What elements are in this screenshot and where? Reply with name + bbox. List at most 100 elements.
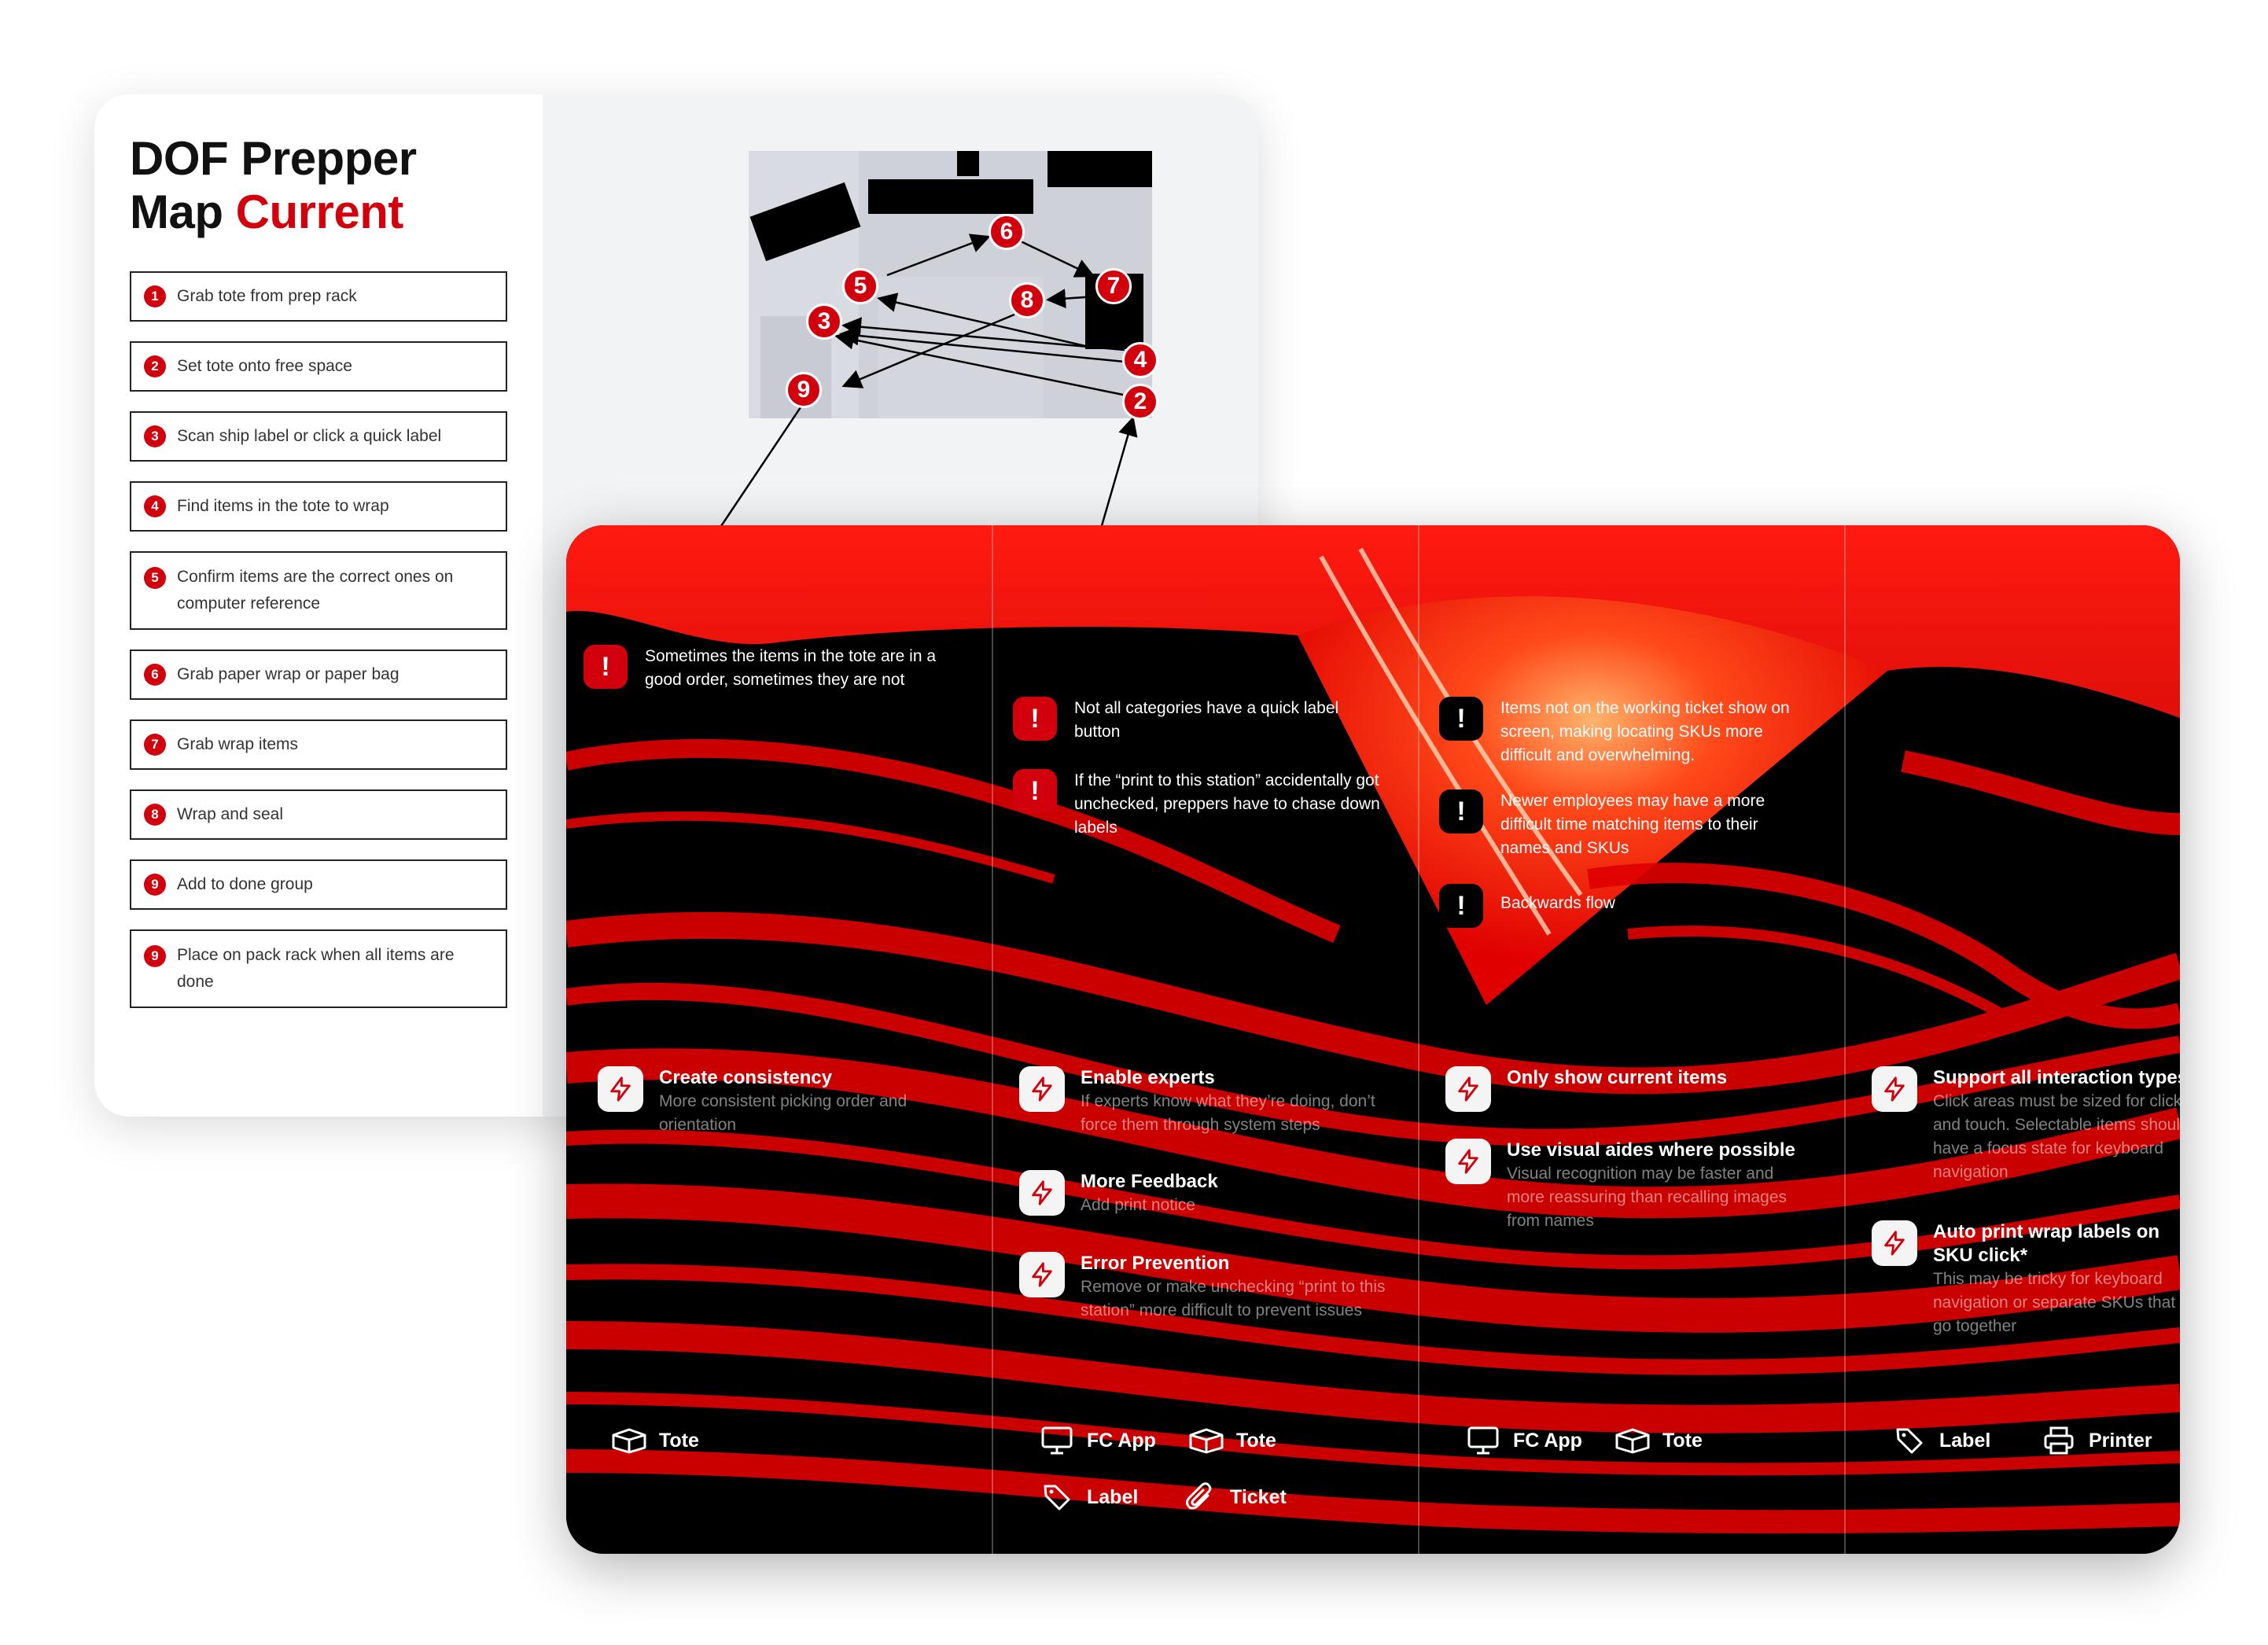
- tag-label: FC App: [1087, 1429, 1156, 1452]
- alert-icon: !: [1013, 769, 1057, 813]
- step-item[interactable]: 2 Set tote onto free space: [130, 341, 507, 392]
- tag-label[interactable]: Label: [1040, 1480, 1138, 1514]
- tag-label[interactable]: Label: [1892, 1423, 1990, 1458]
- opportunity-title: Support all interaction types: [1933, 1067, 2180, 1088]
- tag-fc-app[interactable]: FC App: [1040, 1423, 1156, 1458]
- pain-point: ! Sometimes the items in the tote are in…: [584, 645, 953, 692]
- tag-label: Tote: [1662, 1429, 1703, 1452]
- tag-label: Tote: [659, 1429, 699, 1452]
- lightning-icon: [1019, 1252, 1065, 1297]
- step-text: Grab wrap items: [177, 735, 299, 753]
- column-1: ! Sometimes the items in the tote are in…: [566, 525, 991, 1554]
- opportunity-title: More Feedback: [1081, 1171, 1218, 1192]
- pain-point-text: Items not on the working ticket show on …: [1500, 699, 1790, 764]
- step-number: 5: [144, 567, 166, 589]
- tag-printer[interactable]: Printer: [2042, 1423, 2152, 1458]
- pain-point-text: Not all categories have a quick label bu…: [1074, 699, 1339, 741]
- map-pin[interactable]: 2: [1122, 384, 1158, 420]
- step-text: Place on pack rack when all items are do…: [177, 946, 455, 991]
- box-icon: [1615, 1423, 1650, 1458]
- map-table: [957, 151, 979, 176]
- lightning-icon: [1019, 1066, 1065, 1112]
- map-pin[interactable]: 9: [786, 372, 822, 408]
- step-text: Find items in the tote to wrap: [177, 497, 389, 515]
- tag-tote[interactable]: Tote: [1189, 1423, 1276, 1458]
- opportunity-title: Error Prevention: [1081, 1253, 1230, 1274]
- step-item[interactable]: 6 Grab paper wrap or paper bag: [130, 650, 507, 700]
- opportunity-title: Only show current items: [1507, 1067, 1728, 1088]
- tag-icon: [1040, 1480, 1074, 1514]
- pain-point-text: If the “print to this station” accidenta…: [1074, 771, 1380, 837]
- opportunity-body: More consistent picking order and orient…: [659, 1092, 908, 1134]
- tag-label: FC App: [1513, 1429, 1582, 1452]
- opportunity-body: Click areas must be sized for click and …: [1933, 1092, 2180, 1181]
- map-table: [1047, 151, 1152, 187]
- opportunity-body: Add print notice: [1081, 1196, 1195, 1214]
- lightning-icon: [1019, 1170, 1065, 1216]
- tag-label-text: Label: [1939, 1429, 1991, 1452]
- map-pin[interactable]: 7: [1095, 268, 1132, 304]
- title-line-1: DOF Prepper: [130, 132, 417, 185]
- alert-icon: !: [1439, 697, 1483, 741]
- pain-point-text: Newer employees may have a more difficul…: [1500, 792, 1765, 857]
- step-item[interactable]: 1 Grab tote from prep rack: [130, 271, 507, 322]
- step-text: Scan ship label or click a quick label: [177, 427, 442, 445]
- opportunity-body: If experts know what they’re doing, don’…: [1081, 1092, 1375, 1134]
- alert-icon: !: [1439, 884, 1483, 928]
- tag-label-text: Label: [1087, 1485, 1139, 1508]
- map-pin[interactable]: 3: [806, 304, 842, 340]
- column-2: ! Not all categories have a quick label …: [992, 525, 1417, 1554]
- lightning-icon: [1872, 1066, 1917, 1112]
- step-item[interactable]: 8 Wrap and seal: [130, 789, 507, 840]
- opportunity-body: This may be tricky for keyboard navigati…: [1933, 1270, 2176, 1335]
- pain-point-text: Sometimes the items in the tote are in a…: [645, 647, 937, 689]
- opportunity-body: Visual recognition may be faster and mor…: [1507, 1165, 1788, 1230]
- lightning-icon: [1445, 1066, 1491, 1112]
- map-pin[interactable]: 4: [1122, 342, 1158, 378]
- pain-point: ! Not all categories have a quick label …: [1013, 697, 1383, 744]
- map-pin[interactable]: 8: [1009, 282, 1045, 318]
- tag-label-text: Ticket: [1230, 1485, 1287, 1508]
- step-number: 9: [144, 945, 166, 967]
- tag-fc-app[interactable]: FC App: [1466, 1423, 1582, 1458]
- step-list: 1 Grab tote from prep rack 2 Set tote onto…: [130, 271, 507, 1028]
- step-text: Set tote onto free space: [177, 357, 352, 375]
- step-number: 2: [144, 355, 166, 377]
- step-text: Grab tote from prep rack: [177, 287, 357, 305]
- opportunity: Use visual aides where possible Visual re…: [1445, 1139, 1815, 1233]
- map-table: [868, 179, 1033, 214]
- insights-card: ! Sometimes the items in the tote are in…: [566, 525, 2180, 1554]
- column-3: ! Items not on the working ticket show o…: [1419, 525, 1843, 1554]
- map-pin[interactable]: 6: [989, 214, 1025, 250]
- map-pin[interactable]: 5: [842, 268, 878, 304]
- opportunity: More Feedback Add print notice: [1019, 1170, 1389, 1217]
- step-text: Grab paper wrap or paper bag: [177, 665, 399, 683]
- step-item[interactable]: 9 Place on pack rack when all items are d…: [130, 929, 507, 1008]
- opportunity: Create consistency More consistent pickin…: [598, 1066, 967, 1137]
- step-number: 4: [144, 495, 166, 517]
- tag-label-text: Printer: [2089, 1429, 2152, 1452]
- pain-point-text: Backwards flow: [1500, 894, 1615, 912]
- opportunity-title: Use visual aides where possible: [1507, 1139, 1795, 1161]
- step-item[interactable]: 4 Find items in the tote to wrap: [130, 481, 507, 532]
- tag-tote[interactable]: Tote: [1615, 1423, 1703, 1458]
- step-item[interactable]: 7 Grab wrap items: [130, 719, 507, 770]
- step-text: Confirm items are the correct ones on co…: [177, 568, 454, 613]
- step-number: 7: [144, 734, 166, 756]
- step-item[interactable]: 9 Add to done group: [130, 859, 507, 910]
- pain-point: ! If the “print to this station” acciden…: [1013, 769, 1383, 840]
- opportunity-body: Remove or make unchecking “print to this…: [1081, 1278, 1386, 1319]
- opportunity-title: Create consistency: [659, 1067, 833, 1088]
- tag-tote[interactable]: Tote: [612, 1423, 699, 1458]
- lightning-icon: [1445, 1139, 1491, 1184]
- step-number: 8: [144, 804, 166, 826]
- step-item[interactable]: 5 Confirm items are the correct ones on c…: [130, 551, 507, 630]
- step-item[interactable]: 3 Scan ship label or click a quick label: [130, 411, 507, 462]
- tag-ticket[interactable]: Ticket: [1183, 1480, 1287, 1514]
- map-table: [749, 182, 861, 262]
- lightning-icon: [1872, 1220, 1917, 1266]
- box-icon: [612, 1423, 646, 1458]
- tag-icon: [1892, 1423, 1927, 1458]
- step-number: 3: [144, 425, 166, 447]
- column-4: Support all interaction types Click areas…: [1845, 525, 2180, 1554]
